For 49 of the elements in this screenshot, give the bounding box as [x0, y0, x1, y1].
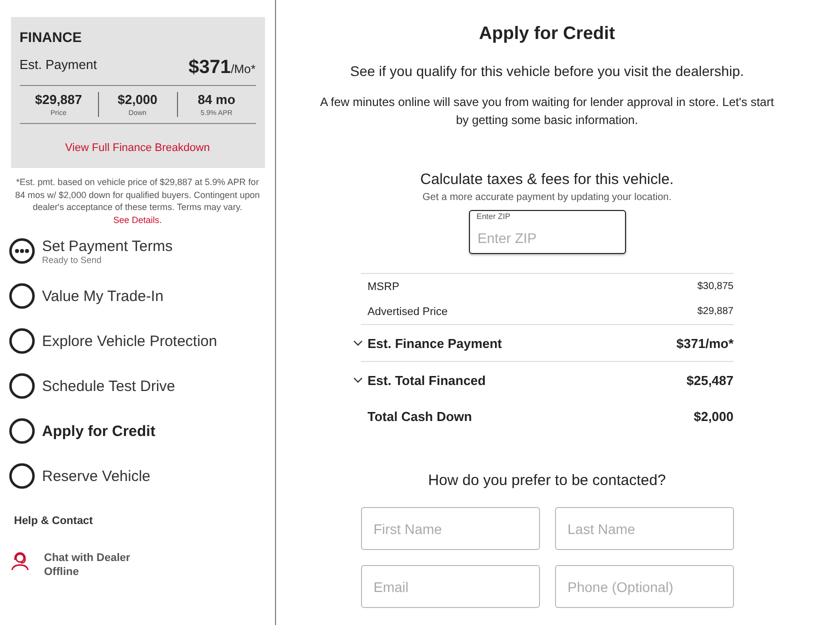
- intro-text: A few minutes online will save you from waiting for lender approval in store. Let's start by getting some basic information.: [319, 94, 775, 129]
- stat-value: 84 mo: [198, 92, 236, 107]
- chat-link[interactable]: Chat with Dealer: [44, 551, 130, 565]
- page-title: Apply for Credit: [478, 23, 615, 44]
- stat-value: $2,000: [118, 92, 158, 107]
- empty-circle-icon: [9, 373, 35, 399]
- summary-value: $371/mo*: [676, 336, 734, 350]
- step-link[interactable]: Reserve Vehicle: [42, 468, 150, 484]
- card-title: FINANCE: [20, 29, 83, 45]
- input-field[interactable]: Last Name: [554, 507, 734, 550]
- help-heading: Help & Contact: [13, 514, 93, 527]
- step-link[interactable]: Set Payment Terms: [42, 238, 173, 254]
- summary-label: MSRP: [368, 280, 400, 292]
- summary-value: $30,875: [697, 281, 734, 292]
- summary-value: $2,000: [694, 408, 734, 424]
- subtitle: See if you qualify for this vehicle before you visit the dealership.: [350, 63, 744, 79]
- input-field[interactable]: Phone (Optional): [554, 565, 734, 608]
- taxes-heading: Calculate taxes & fees for this vehicle.: [420, 171, 674, 188]
- summary-value: $29,887: [697, 306, 734, 317]
- input-field[interactable]: Email: [360, 565, 540, 608]
- step-link[interactable]: Schedule Test Drive: [42, 378, 176, 394]
- disclaimer-text: *Est. pmt. based on vehicle price of $29,887 at 5.9% APR for 84 mos w/ $2,000 down for qualified buyers. Contingent upon dealer's acceptance of these terms. Terms may vary. See Details.: [14, 176, 261, 226]
- summary-label: Total Cash Down: [368, 408, 472, 424]
- summary-value: $25,487: [686, 372, 734, 388]
- step-link[interactable]: Explore Vehicle Protection: [42, 332, 218, 350]
- taxes-hint: Get a more accurate payment by updating your location.: [422, 192, 672, 203]
- summary-label: Est. Finance Payment: [368, 336, 502, 350]
- chevron-down-icon[interactable]: [352, 377, 362, 383]
- step-link[interactable]: Apply for Credit: [42, 422, 156, 440]
- stat-value: $29,887: [35, 92, 82, 107]
- chat-status: Offline: [44, 565, 80, 579]
- finance-breakdown-link[interactable]: View Full Finance Breakdown: [20, 142, 256, 154]
- input-field[interactable]: First Name: [360, 507, 540, 550]
- zip-label: Enter ZIP: [476, 212, 510, 221]
- empty-circle-icon: [9, 463, 35, 489]
- summary-label: Est. Total Financed: [368, 372, 486, 388]
- payment-label: Est. Payment: [20, 57, 97, 72]
- summary-label: Advertised Price: [368, 306, 448, 318]
- contact-heading: How do you prefer to be contacted?: [428, 472, 666, 489]
- payment-amount: $371/Mo*: [188, 57, 256, 79]
- see-details-link[interactable]: See Details.: [113, 214, 162, 224]
- empty-circle-icon: [9, 418, 35, 444]
- empty-circle-icon: [9, 283, 35, 309]
- step-status: Ready to Send: [42, 254, 103, 264]
- empty-circle-icon: [9, 328, 35, 354]
- step-link[interactable]: Value My Trade-In: [42, 288, 164, 304]
- chevron-down-icon[interactable]: [352, 340, 362, 346]
- in-progress-icon: [9, 238, 35, 264]
- headset-person-icon[interactable]: [10, 551, 30, 571]
